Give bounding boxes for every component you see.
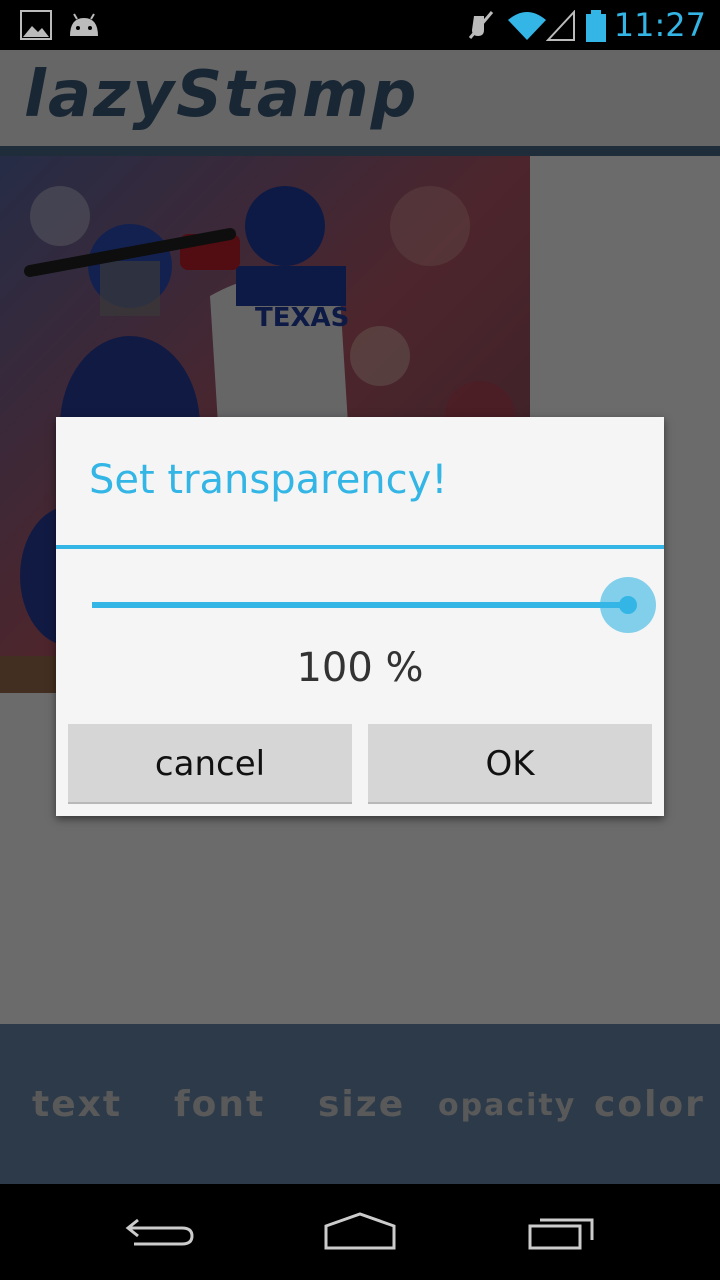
- wifi-icon: [508, 12, 546, 40]
- dialog-title-divider: [56, 545, 664, 549]
- gallery-icon: [20, 10, 52, 40]
- dialog-title: Set transparency!: [89, 457, 448, 503]
- slider-track[interactable]: [92, 602, 628, 608]
- navigation-bar: [0, 1184, 720, 1280]
- recents-icon[interactable]: [526, 1212, 598, 1252]
- slider-thumb[interactable]: [619, 596, 637, 614]
- transparency-slider[interactable]: [92, 577, 656, 633]
- battery-icon: [586, 10, 606, 42]
- cancel-button[interactable]: cancel: [68, 724, 352, 804]
- signal-icon: [546, 10, 575, 41]
- home-icon[interactable]: [322, 1212, 398, 1252]
- transparency-value: 100 %: [296, 645, 424, 691]
- android-icon: [70, 13, 98, 36]
- mute-icon: [468, 11, 494, 39]
- clock: 11:27: [613, 6, 706, 44]
- transparency-dialog: Set transparency! 100 % cancel OK: [56, 417, 664, 816]
- status-bar: 11:27: [0, 0, 720, 50]
- back-icon[interactable]: [124, 1212, 196, 1252]
- ok-button[interactable]: OK: [368, 724, 652, 804]
